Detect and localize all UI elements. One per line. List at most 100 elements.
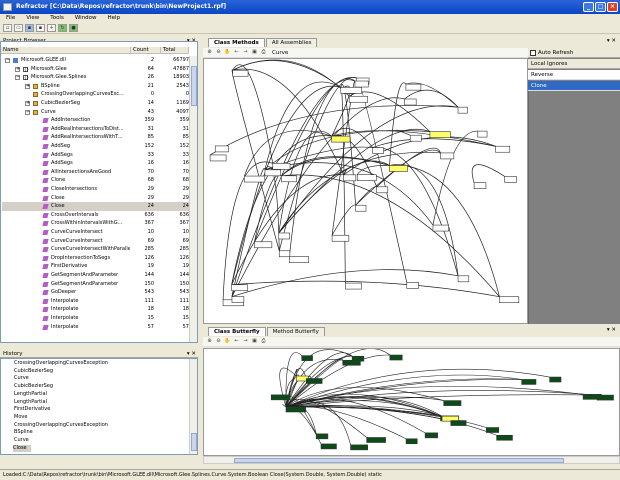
ignore-item-clone[interactable]: Clone — [528, 81, 620, 91]
pin-close-icon[interactable]: ▾ ✕ — [187, 350, 196, 358]
new-project-icon[interactable]: ▫ — [3, 24, 12, 32]
tree-row[interactable]: AddSegs 33 33 — [2, 151, 190, 160]
tree-row[interactable]: AddIntersection 359 359 — [2, 116, 190, 125]
tree-row[interactable]: Interpolate 57 57 — [2, 323, 190, 332]
tree-row[interactable]: FirstDerivative 19 19 — [2, 262, 190, 271]
save-icon[interactable]: ▪ — [25, 24, 34, 32]
forward-icon[interactable]: → — [242, 338, 249, 345]
tab-method-butterfly[interactable]: Method Butterfly — [266, 327, 325, 336]
print-icon[interactable]: ⎙ — [260, 49, 267, 56]
print-icon[interactable]: ⎙ — [260, 338, 267, 345]
history-item[interactable]: BSpline — [14, 429, 33, 437]
tree-row[interactable]: − Microsoft.GLEE.dll 2 66797 — [2, 56, 190, 65]
save-image-icon[interactable]: ▣ — [251, 49, 258, 56]
expand-icon[interactable]: + — [15, 66, 20, 72]
tree-row[interactable]: DropIntersectionToSegs 126 126 — [2, 254, 190, 263]
column-header-count[interactable]: Count — [131, 47, 161, 54]
menu-view[interactable]: View — [26, 14, 39, 23]
menu-help[interactable]: Help — [108, 14, 121, 23]
tree-row[interactable]: CrossWithinIntervalsWithG... 367 367 — [2, 219, 190, 228]
history-item[interactable]: Curve — [14, 437, 29, 445]
tree-row[interactable]: Close 29 29 — [2, 194, 190, 203]
zoom-in-icon[interactable]: ⊕ — [206, 49, 213, 56]
add-assembly-icon[interactable]: + — [47, 24, 56, 32]
history-item[interactable]: Curve — [14, 375, 29, 383]
tab-class-methods[interactable]: Class Methods — [208, 38, 265, 47]
back-icon[interactable]: ← — [233, 338, 240, 345]
pan-icon[interactable]: ✋ — [224, 338, 231, 345]
pin-close-icon[interactable]: ▾ ✕ — [607, 38, 616, 44]
history-item[interactable]: LengthPartial — [14, 399, 47, 407]
tree-row[interactable]: AddSegs 16 16 — [2, 159, 190, 168]
close-button[interactable]: × — [607, 2, 618, 12]
checkbox-box[interactable] — [530, 50, 536, 56]
history-scrollbar[interactable] — [189, 359, 197, 454]
collapse-icon[interactable]: − — [5, 58, 10, 63]
history-item[interactable]: Close — [13, 444, 31, 453]
history-item[interactable]: FirstDerivative — [14, 406, 50, 414]
tree-row[interactable]: AddRealIntersectionsToDist... 31 31 — [2, 125, 190, 134]
pan-icon[interactable]: ✋ — [224, 49, 231, 56]
tree-row[interactable]: +{} Microsoft.Glee 64 47887 — [2, 65, 190, 74]
tree-row[interactable]: GetSegmentAndParameter 144 144 — [2, 271, 190, 280]
column-header-total[interactable]: Total — [161, 47, 189, 54]
tree-row[interactable]: CrossingOverlappingCurvesExc... 0 0 — [2, 90, 190, 99]
zoom-out-icon[interactable]: ⊖ — [215, 49, 222, 56]
tree-row[interactable]: Interpolate 15 15 — [2, 314, 190, 323]
back-icon[interactable]: ← — [233, 49, 240, 56]
tree-row[interactable]: CurveCurveIntersect 69 69 — [2, 237, 190, 246]
tree-row[interactable]: + CubicBezierSeg 14 1169 — [2, 99, 190, 108]
tree-row[interactable]: CloseIntersections 29 29 — [2, 185, 190, 194]
auto-refresh-checkbox[interactable]: Auto Refresh — [528, 48, 620, 58]
tree-row[interactable]: AddRealIntersectionsWithT... 85 85 — [2, 133, 190, 142]
menu-tools[interactable]: Tools — [50, 14, 64, 23]
class-methods-graph[interactable] — [203, 58, 528, 324]
history-item[interactable]: Move — [14, 414, 27, 422]
collapse-icon[interactable]: − — [15, 75, 20, 81]
tree-row[interactable]: CrossOverIntervals 636 636 — [2, 211, 190, 220]
menu-window[interactable]: Window — [75, 14, 97, 23]
minimize-button[interactable]: _ — [583, 2, 594, 12]
menu-file[interactable]: File — [6, 14, 15, 23]
history-item[interactable]: CrossingOverlappingCurvesException — [14, 422, 108, 430]
horizontal-scrollbar[interactable] — [203, 456, 620, 464]
scrollbar-thumb[interactable] — [191, 433, 197, 451]
tree-row[interactable]: GoDeeper 543 543 — [2, 288, 190, 297]
refresh-icon[interactable]: ↻ — [58, 24, 67, 32]
project-browser-tree[interactable]: − Microsoft.GLEE.dll 2 66797 +{} Microsoft.Gl… — [0, 41, 198, 343]
zoom-in-icon[interactable]: ⊕ — [206, 338, 213, 345]
history-item[interactable]: CrossingOverlappingCurvesException — [14, 360, 108, 368]
history-list[interactable]: CrossingOverlappingCurvesException CubicB… — [0, 358, 198, 455]
run-icon[interactable]: ● — [69, 24, 78, 32]
expand-icon[interactable]: + — [25, 83, 30, 89]
tree-row[interactable]: AllIntersectionsAreGood 70 70 — [2, 168, 190, 177]
tree-row[interactable]: AddSeg 152 152 — [2, 142, 190, 151]
save-image-icon[interactable]: ▣ — [251, 338, 258, 345]
maximize-button[interactable]: □ — [595, 2, 606, 12]
tree-row[interactable]: Interpolate 18 18 — [2, 305, 190, 314]
tree-row[interactable]: GetSegmentAndParameter 150 150 — [2, 280, 190, 289]
tab-class-butterfly[interactable]: Class Butterfly — [208, 327, 266, 336]
expand-icon[interactable]: + — [25, 101, 30, 106]
ignore-item-reverse[interactable]: Reverse — [528, 70, 620, 80]
history-item[interactable]: LengthPartial — [14, 391, 47, 399]
history-item[interactable]: CubicBezierSeg — [14, 368, 53, 376]
save-all-icon[interactable]: ▪ — [36, 24, 45, 32]
scrollbar-thumb[interactable] — [234, 458, 564, 463]
tree-row[interactable]: − Curve 43 4097 — [2, 108, 190, 117]
open-folder-icon[interactable]: ▭ — [14, 24, 23, 32]
project-browser-scrollbar[interactable] — [189, 56, 197, 342]
collapse-icon[interactable]: − — [25, 109, 30, 115]
tree-row[interactable]: Close 24 24 — [2, 202, 190, 211]
tree-row[interactable]: CurveCurveIntersect 10 10 — [2, 228, 190, 237]
tree-row[interactable]: CurveCurveIntersectWithParallelog... 285 2… — [2, 245, 190, 254]
forward-icon[interactable]: → — [242, 49, 249, 56]
class-butterfly-graph[interactable] — [203, 348, 620, 456]
scrollbar-thumb[interactable] — [191, 66, 197, 106]
history-item[interactable]: CubicBezierSeg — [14, 383, 53, 391]
column-header-name[interactable]: Name — [1, 47, 131, 54]
tree-row[interactable]: Interpolate 111 111 — [2, 297, 190, 306]
zoom-out-icon[interactable]: ⊖ — [215, 338, 222, 345]
tab-all-assemblies[interactable]: All Assemblies — [265, 38, 318, 47]
pin-close-icon[interactable]: ▾ ✕ — [607, 327, 616, 333]
